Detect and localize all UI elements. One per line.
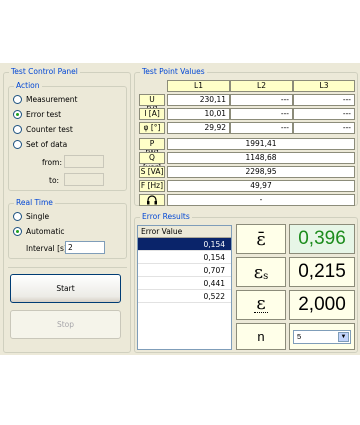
interval-label: Interval [s]: [26,244,70,253]
n-select[interactable]: 5 ▼ [293,329,351,344]
from-field[interactable] [64,155,104,168]
radio-automatic-circle[interactable] [13,227,22,236]
test-point-values-title: Test Point Values [140,67,207,76]
voltage-l1-value: 230,11 [167,94,230,106]
real-time-group: Real Time Single Automatic Interval [s]:… [8,198,127,259]
apparent-power-value: 2298,95 [167,166,355,178]
test-point-values-panel: Test Point Values L1 L2 L3 U [V] 230,11 … [134,67,358,206]
row-label-voltage: U [V] [139,94,165,114]
radio-counter-test-label: Counter test [26,125,73,134]
active-power-value: 1991,41 [167,138,355,150]
radio-error-test-label: Error test [26,110,62,119]
list-item[interactable]: 0,154 [138,251,231,264]
radio-set-of-data-label: Set of data [26,140,68,149]
radio-single[interactable]: Single [13,212,49,221]
radio-set-of-data-circle[interactable] [13,140,22,149]
mean-error-symbol: ε̄ [236,224,286,254]
current-l3-value: --- [293,108,355,120]
test-control-panel: Test Control Panel Action Measurement Er… [3,67,131,353]
radio-counter-test-circle[interactable] [13,125,22,134]
stop-button[interactable]: Stop [10,310,121,339]
radio-automatic-label: Automatic [26,227,65,236]
test-control-panel-title: Test Control Panel [9,67,80,76]
start-button[interactable]: Start [10,274,121,303]
test-application-window: Test Control Panel Action Measurement Er… [0,63,360,355]
radio-error-test-circle[interactable] [13,110,22,119]
interval-field[interactable]: 2 [65,241,105,254]
frequency-value: 49,97 [167,180,355,192]
headphones-icon [139,194,165,206]
voltage-l2-value: --- [230,94,293,106]
row-label-frequency: F [Hz] [139,180,165,192]
row-label-current: I [A] [139,108,165,120]
voltage-l3-value: --- [293,94,355,106]
row-label-apparent-power: S [VA] [139,166,165,178]
from-label: from: [42,158,62,167]
n-select-value: 5 [297,331,302,341]
current-l2-value: --- [230,108,293,120]
divider [8,267,127,268]
uncertainty-symbol-epsilon: ε [256,293,266,314]
n-label: n [236,323,286,350]
list-item[interactable]: 0,154 [138,238,231,251]
action-group-title: Action [14,81,42,90]
uncertainty-value: 2,000 [289,290,355,320]
radio-set-of-data[interactable]: Set of data [13,140,67,149]
radio-single-label: Single [26,212,50,221]
mean-error-value: 0,396 [289,224,355,254]
radio-error-test[interactable]: Error test [13,110,61,119]
error-results-panel: Error Results Error Value 0,154 0,154 0,… [134,212,358,353]
std-deviation-value: 0,215 [289,257,355,287]
list-item[interactable]: 0,522 [138,290,231,303]
row-label-reactive-power: Q [var] [139,152,165,172]
column-header-l2: L2 [230,80,293,92]
error-value-list-header: Error Value [138,226,231,238]
headphones-value: - [167,194,355,206]
phase-angle-l3-value: --- [293,122,355,134]
std-deviation-symbol-subscript: s [263,270,269,282]
reactive-power-value: 1148,68 [167,152,355,164]
n-value-box: 5 ▼ [289,323,355,350]
to-label: to: [49,176,60,185]
error-value-list[interactable]: Error Value 0,154 0,154 0,707 0,441 0,52… [137,225,232,350]
phase-angle-l2-value: --- [230,122,293,134]
radio-measurement[interactable]: Measurement [13,95,78,104]
row-label-active-power: P [W] [139,138,165,158]
row-label-phase-angle: φ [°] [139,122,165,134]
phase-angle-l1-value: 29,92 [167,122,230,134]
column-header-l1: L1 [167,80,230,92]
column-header-l3: L3 [293,80,355,92]
headphones-icon-graphic [147,195,157,205]
radio-single-circle[interactable] [13,212,22,221]
chevron-down-icon[interactable]: ▼ [338,331,349,342]
action-group: Action Measurement Error test Counter te… [8,81,127,191]
error-results-title: Error Results [140,212,192,221]
current-l1-value: 10,01 [167,108,230,120]
real-time-group-title: Real Time [14,198,55,207]
radio-counter-test[interactable]: Counter test [13,125,73,134]
radio-automatic[interactable]: Automatic [13,227,64,236]
std-deviation-symbol: εs [236,257,286,287]
to-field[interactable] [64,173,104,186]
uncertainty-symbol-underline [254,312,268,314]
radio-measurement-circle[interactable] [13,95,22,104]
uncertainty-symbol: ε [236,290,286,320]
list-item[interactable]: 0,441 [138,277,231,290]
radio-measurement-label: Measurement [26,95,78,104]
std-deviation-symbol-epsilon: ε [253,261,264,283]
list-item[interactable]: 0,707 [138,264,231,277]
